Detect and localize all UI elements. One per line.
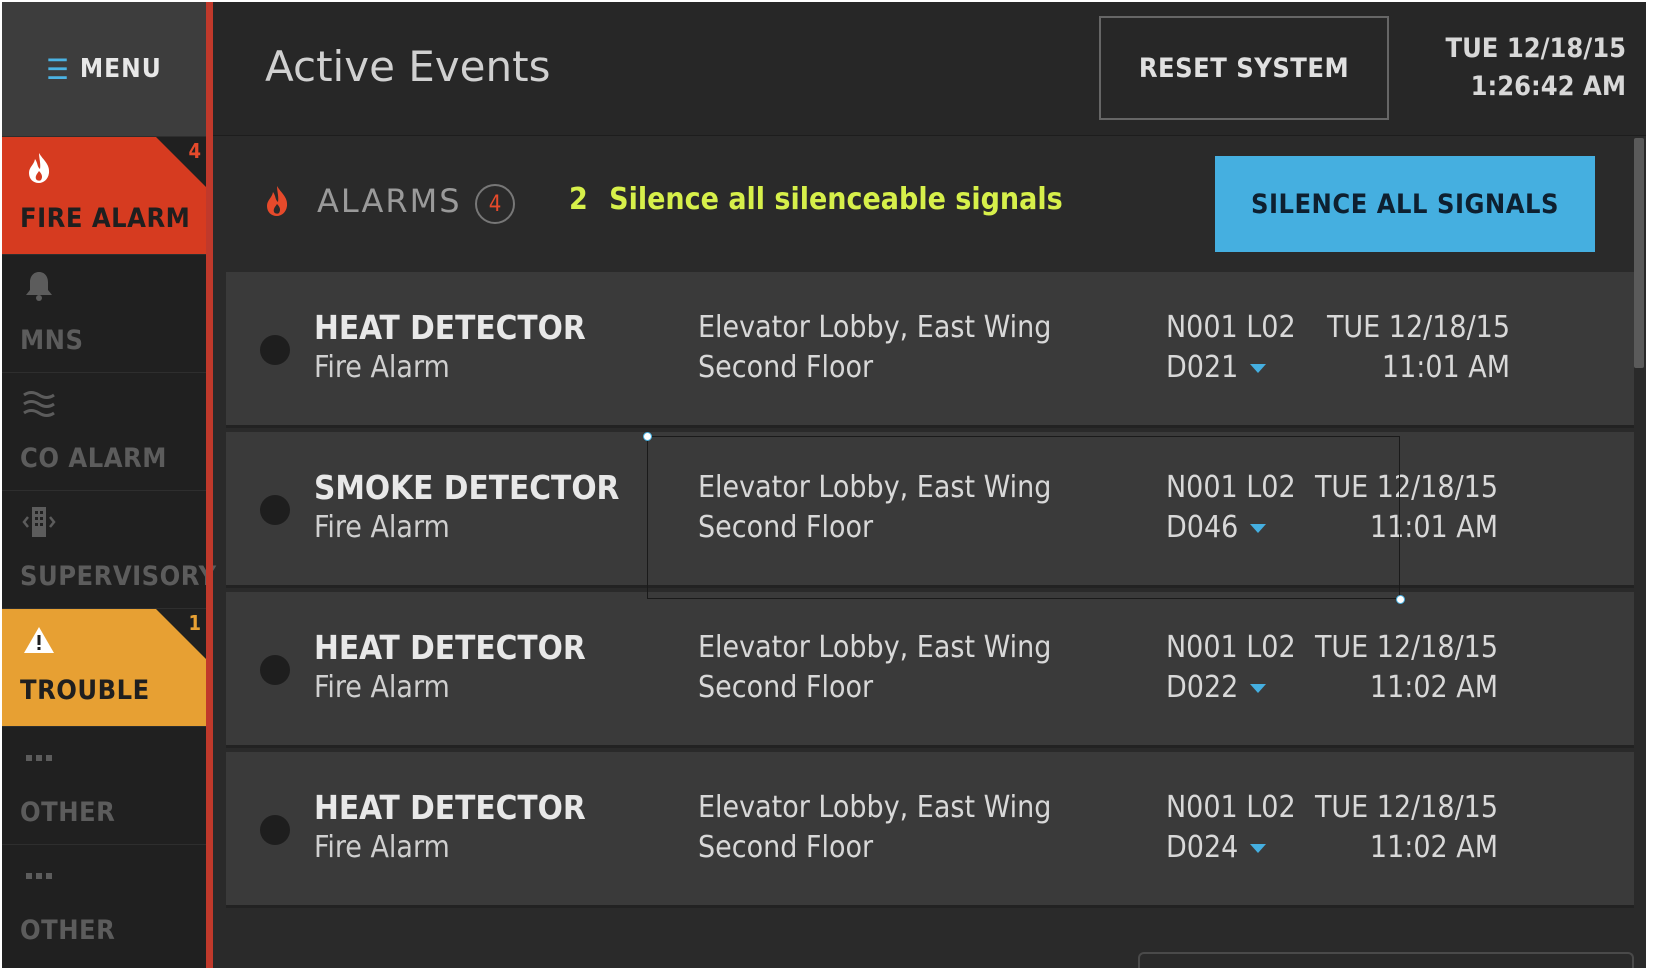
event-category: Fire Alarm — [314, 670, 450, 705]
event-location: Elevator Lobby, East Wing — [698, 790, 1052, 825]
menu-label: MENU — [79, 54, 162, 84]
ellipsis-icon — [22, 741, 56, 775]
caret-down-icon[interactable] — [1250, 684, 1267, 693]
scrollbar-thumb[interactable] — [1634, 138, 1644, 368]
event-device-dropdown[interactable]: D022 — [1166, 670, 1267, 705]
caret-down-icon[interactable] — [1250, 364, 1267, 373]
event-type: HEAT DETECTOR — [314, 628, 586, 667]
sidebar-item-mns[interactable]: MNS — [2, 254, 206, 372]
alarms-label: ALARMS — [317, 182, 462, 220]
sidebar-item-label: OTHER — [20, 915, 116, 946]
event-date: TUE 12/18/15 — [1326, 310, 1510, 345]
silence-all-signals-button[interactable]: SILENCE ALL SIGNALS — [1215, 156, 1595, 252]
event-time: 11:01 AM — [1381, 350, 1510, 385]
event-device-dropdown[interactable]: D024 — [1166, 830, 1267, 865]
silence-message-text: Silence all silenceable signals — [609, 182, 1063, 217]
sidebar-item-other-2[interactable]: OTHER — [2, 844, 206, 962]
flame-icon — [263, 184, 291, 222]
sidebar-item-supervisory[interactable]: SUPERVISORY — [2, 490, 216, 608]
system-clock: TUE 12/18/15 1:26:42 AM — [1446, 30, 1627, 106]
header: Active Events RESET SYSTEM TUE 12/18/15 … — [213, 2, 1646, 136]
alarms-count-badge: 4 — [475, 184, 515, 224]
event-time: 11:02 AM — [1369, 830, 1498, 865]
event-type: HEAT DETECTOR — [314, 788, 586, 827]
event-row[interactable]: HEAT DETECTOR Fire Alarm Elevator Lobby,… — [226, 592, 1634, 748]
selection-handle[interactable] — [643, 432, 652, 441]
sidebar-item-fire-alarm[interactable]: 4 FIRE ALARM — [2, 136, 206, 254]
waves-icon — [22, 387, 56, 421]
sidebar-item-other[interactable]: OTHER — [2, 726, 206, 844]
sidebar-item-label: OTHER — [20, 797, 116, 828]
menu-button[interactable]: ☰ MENU — [2, 2, 206, 136]
sidebar-divider — [206, 2, 213, 968]
trouble-badge: 1 — [188, 611, 201, 635]
event-device: D022 — [1166, 670, 1239, 705]
silence-count: 2 — [569, 182, 588, 217]
hamburger-icon: ☰ — [46, 52, 70, 86]
event-row[interactable]: HEAT DETECTOR Fire Alarm Elevator Lobby,… — [226, 752, 1634, 908]
sidebar-item-label: CO ALARM — [20, 443, 167, 474]
alarms-bar: ALARMS 4 2 Silence all silenceable signa… — [213, 136, 1646, 258]
app-frame: ☰ MENU 4 FIRE ALARM MNS CO ALARM SUPERVI… — [2, 2, 1646, 968]
sidebar-item-label: TROUBLE — [20, 675, 150, 706]
sidebar-item-label: FIRE ALARM — [20, 203, 191, 234]
flame-icon — [22, 151, 56, 185]
event-date: TUE 12/18/15 — [1314, 630, 1498, 665]
ellipsis-icon — [22, 859, 56, 893]
event-type: HEAT DETECTOR — [314, 308, 586, 347]
sidebar-item-label: SUPERVISORY — [20, 561, 217, 592]
reset-system-button[interactable]: RESET SYSTEM — [1099, 16, 1389, 120]
event-floor: Second Floor — [698, 350, 874, 385]
clock-date: TUE 12/18/15 — [1445, 33, 1627, 64]
event-category: Fire Alarm — [314, 830, 450, 865]
warning-icon — [22, 623, 56, 657]
event-location: Elevator Lobby, East Wing — [698, 310, 1052, 345]
event-device: D024 — [1166, 830, 1239, 865]
silence-message: 2 Silence all silenceable signals — [569, 182, 1063, 217]
fire-alarm-badge: 4 — [188, 139, 201, 163]
event-device: D021 — [1166, 350, 1239, 385]
selection-handle[interactable] — [1396, 595, 1405, 604]
event-floor: Second Floor — [698, 670, 874, 705]
next-row-edge — [1138, 952, 1634, 968]
event-address: N001 L02 — [1166, 310, 1296, 345]
page-title: Active Events — [265, 42, 551, 91]
event-type: SMOKE DETECTOR — [314, 468, 620, 507]
event-category: Fire Alarm — [314, 510, 450, 545]
selection-box — [647, 436, 1400, 599]
status-indicator — [260, 335, 290, 365]
status-indicator — [260, 655, 290, 685]
event-category: Fire Alarm — [314, 350, 450, 385]
sidebar-item-label: MNS — [20, 325, 84, 356]
event-row[interactable]: HEAT DETECTOR Fire Alarm Elevator Lobby,… — [226, 272, 1634, 428]
event-time: 11:02 AM — [1369, 670, 1498, 705]
status-indicator — [260, 815, 290, 845]
status-indicator — [260, 495, 290, 525]
building-icon — [22, 505, 56, 539]
event-device-dropdown[interactable]: D021 — [1166, 350, 1267, 385]
clock-time: 1:26:42 AM — [1470, 71, 1626, 102]
event-floor: Second Floor — [698, 830, 874, 865]
event-date: TUE 12/18/15 — [1314, 790, 1498, 825]
bell-icon — [22, 269, 56, 303]
sidebar: ☰ MENU 4 FIRE ALARM MNS CO ALARM SUPERVI… — [2, 2, 216, 968]
sidebar-item-trouble[interactable]: 1 TROUBLE — [2, 608, 206, 726]
event-location: Elevator Lobby, East Wing — [698, 630, 1052, 665]
event-address: N001 L02 — [1166, 630, 1296, 665]
sidebar-item-co-alarm[interactable]: CO ALARM — [2, 372, 206, 490]
event-address: N001 L02 — [1166, 790, 1296, 825]
scrollbar[interactable] — [1632, 136, 1646, 968]
caret-down-icon[interactable] — [1250, 844, 1267, 853]
